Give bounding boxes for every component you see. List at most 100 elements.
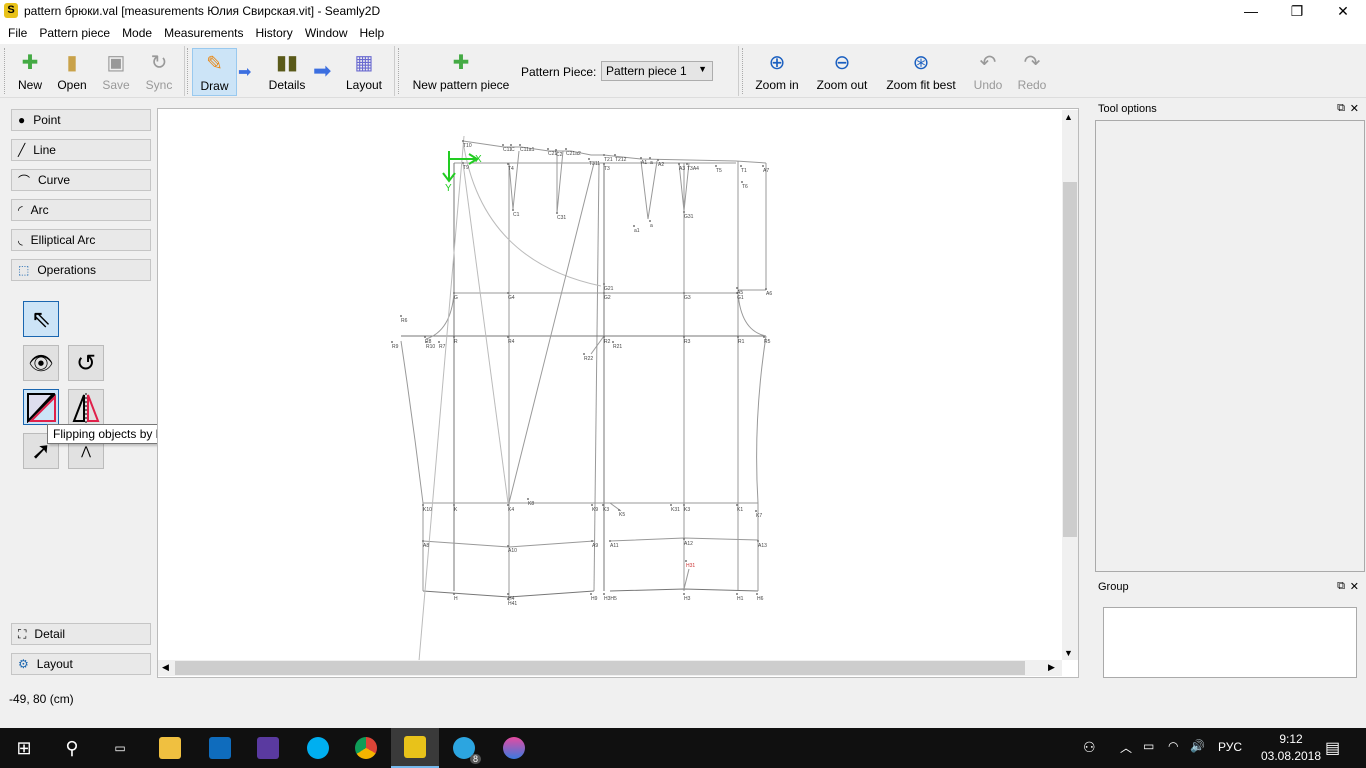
pattern-point[interactable] (757, 540, 759, 542)
pattern-point[interactable] (737, 336, 739, 338)
tool-group-operations[interactable]: ⬚ Operations (11, 259, 151, 281)
start-button[interactable]: ⊞ (0, 728, 48, 768)
point-label[interactable]: A7 (763, 168, 769, 174)
point-label[interactable]: G3 (684, 295, 691, 301)
horizontal-scrollbar[interactable]: ◀ ▶ (158, 660, 1062, 676)
point-label[interactable]: R6 (401, 318, 408, 324)
float-icon[interactable]: ⧉ (1337, 580, 1345, 593)
pattern-point[interactable] (391, 341, 393, 343)
point-label[interactable]: K10 (423, 507, 432, 513)
pattern-point[interactable] (453, 504, 455, 506)
point-label[interactable]: H31 (686, 563, 695, 569)
pattern-point[interactable] (741, 181, 743, 183)
point-label[interactable]: a (650, 223, 653, 229)
pattern-point[interactable] (507, 593, 509, 595)
point-label[interactable]: H3 (684, 596, 691, 602)
point-label[interactable]: H (454, 596, 458, 602)
point-label[interactable]: A2 (658, 162, 664, 168)
point-label[interactable]: G (454, 295, 458, 301)
taskbar-outlook[interactable] (196, 728, 244, 768)
group-list[interactable] (1103, 607, 1357, 678)
point-label[interactable]: G4 (508, 295, 515, 301)
point-label[interactable]: T3A4 (687, 166, 699, 172)
undo-button[interactable]: ↶ Undo (970, 48, 1006, 96)
taskbar-save-app[interactable] (244, 728, 292, 768)
taskbar-telegram[interactable]: 8 (440, 728, 488, 768)
point-label[interactable]: A6 (766, 291, 772, 297)
redo-button[interactable]: ↷ Redo (1014, 48, 1050, 96)
point-label[interactable]: K1 (737, 507, 743, 513)
pattern-point[interactable] (683, 336, 685, 338)
rotation-tool[interactable]: ↺ (68, 345, 104, 381)
pattern-point[interactable] (453, 593, 455, 595)
taskbar-chrome[interactable] (342, 728, 390, 768)
pattern-point[interactable] (683, 292, 685, 294)
point-label[interactable]: R10 (426, 344, 435, 350)
pattern-point[interactable] (603, 292, 605, 294)
point-label[interactable]: R (454, 339, 458, 345)
point-label[interactable]: K3 (684, 507, 690, 513)
point-label[interactable]: K31 (671, 507, 680, 513)
point-label[interactable]: G31 (684, 214, 694, 220)
pattern-point[interactable] (547, 148, 549, 150)
menu-pattern-piece[interactable]: Pattern piece (33, 22, 116, 44)
point-label[interactable]: H1 (737, 596, 744, 602)
clock-time[interactable]: 9:12 (1268, 732, 1314, 746)
pattern-point[interactable] (715, 165, 717, 167)
tool-group-curve[interactable]: ⌒ Curve (11, 169, 151, 191)
point-label[interactable]: R21 (613, 344, 622, 350)
zoom-fit-best-button[interactable]: ⊛ Zoom fit best (880, 48, 962, 96)
pattern-point[interactable] (462, 140, 464, 142)
vertical-scrollbar[interactable]: ▲ ▼ (1062, 110, 1078, 660)
point-label[interactable]: A9 (592, 543, 598, 549)
pattern-point[interactable] (422, 504, 424, 506)
pattern-point[interactable] (590, 593, 592, 595)
pattern-point[interactable] (565, 148, 567, 150)
point-label[interactable]: R22 (584, 356, 593, 362)
pattern-piece-select[interactable]: Pattern piece 1 ▼ (601, 61, 713, 81)
pattern-point[interactable] (555, 149, 557, 151)
clock-date[interactable]: 03.08.2018 (1252, 749, 1330, 763)
float-icon[interactable]: ⧉ (1337, 102, 1345, 115)
pattern-point[interactable] (657, 159, 659, 161)
volume-icon[interactable]: 🔊 (1190, 739, 1205, 753)
point-label[interactable]: T212 (615, 157, 627, 163)
point-label[interactable]: T9 (463, 165, 469, 171)
point-label[interactable]: C11a1 (520, 147, 535, 153)
pattern-point[interactable] (609, 540, 611, 542)
tool-group-line[interactable]: ╱ Line (11, 139, 151, 161)
pattern-point[interactable] (588, 158, 590, 160)
point-label[interactable]: a (650, 160, 653, 166)
pattern-point[interactable] (502, 144, 504, 146)
pattern-point[interactable] (453, 292, 455, 294)
pattern-point[interactable] (462, 162, 464, 164)
menu-help[interactable]: Help (354, 22, 391, 44)
point-label[interactable]: R7 (439, 344, 446, 350)
point-label[interactable]: G21 (604, 286, 614, 292)
minimize-button[interactable]: — (1228, 0, 1274, 22)
point-label[interactable]: R2 (604, 339, 611, 345)
point-label[interactable]: T1 (741, 168, 747, 174)
pattern-point[interactable] (507, 292, 509, 294)
point-label[interactable]: T5 (716, 168, 722, 174)
flip-by-axis-tool[interactable] (68, 389, 104, 425)
point-label[interactable]: T4 (508, 166, 514, 172)
point-label[interactable]: A10 (508, 548, 517, 554)
sync-button[interactable]: ↻ Sync (140, 48, 178, 96)
point-label[interactable]: C2 (556, 152, 563, 158)
tool-group-point[interactable]: ● Point (11, 109, 151, 131)
pattern-point[interactable] (603, 163, 605, 165)
taskbar-skype[interactable] (294, 728, 342, 768)
close-icon[interactable]: ✕ (1350, 580, 1359, 593)
pattern-point[interactable] (591, 504, 593, 506)
pattern-point[interactable] (618, 509, 620, 511)
zoom-in-button[interactable]: ⊕ Zoom in (750, 48, 804, 96)
pattern-point[interactable] (453, 336, 455, 338)
menu-file[interactable]: File (2, 22, 33, 44)
pattern-point[interactable] (736, 504, 738, 506)
drawing-canvas[interactable]: X Y T10 T9 C11 C C11a1 C21 C2 C21a2 T311 T21 T212 T… (157, 108, 1079, 678)
point-label[interactable]: K (454, 507, 458, 513)
pattern-point[interactable] (686, 163, 688, 165)
vertical-scroll-thumb[interactable] (1063, 182, 1077, 537)
pattern-point[interactable] (591, 540, 593, 542)
